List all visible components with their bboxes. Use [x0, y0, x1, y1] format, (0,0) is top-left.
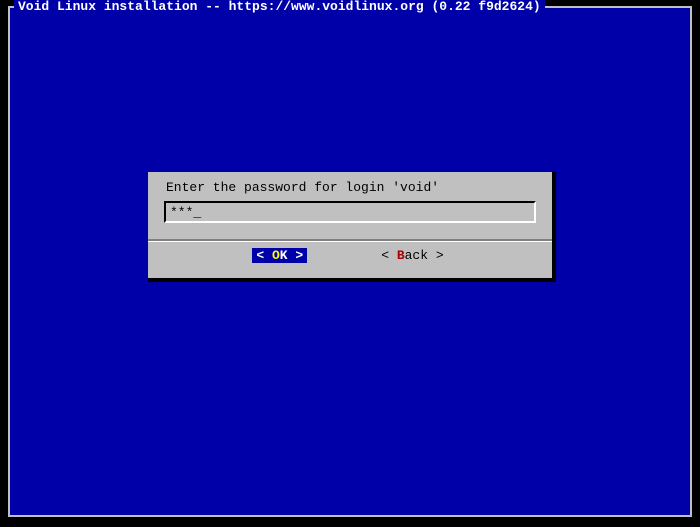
button-row: < OK > < Back > — [148, 242, 552, 267]
installer-screen: Void Linux installation -- https://www.v… — [8, 6, 692, 517]
window-title: Void Linux installation -- https://www.v… — [14, 0, 545, 14]
back-button[interactable]: < Back > — [377, 248, 447, 263]
back-pre — [389, 248, 397, 263]
ok-button[interactable]: < OK > — [252, 248, 307, 263]
title-text: Void Linux installation -- https://www.v… — [18, 0, 541, 14]
ok-open-angle: < — [256, 248, 264, 263]
text-cursor: _ — [193, 205, 201, 221]
password-value: *** — [170, 205, 193, 220]
back-close-angle: > — [436, 248, 444, 263]
ok-pre — [264, 248, 272, 263]
dialog-content: Enter the password for login 'void' ***_ — [148, 172, 552, 229]
back-hotkey: B — [397, 248, 405, 263]
password-dialog: Enter the password for login 'void' ***_… — [148, 172, 556, 282]
back-post: ack — [405, 248, 436, 263]
back-open-angle: < — [381, 248, 389, 263]
ok-post: K — [280, 248, 296, 263]
ok-hotkey: O — [272, 248, 280, 263]
ok-close-angle: > — [295, 248, 303, 263]
password-prompt: Enter the password for login 'void' — [166, 180, 540, 195]
password-input[interactable]: ***_ — [164, 201, 536, 223]
